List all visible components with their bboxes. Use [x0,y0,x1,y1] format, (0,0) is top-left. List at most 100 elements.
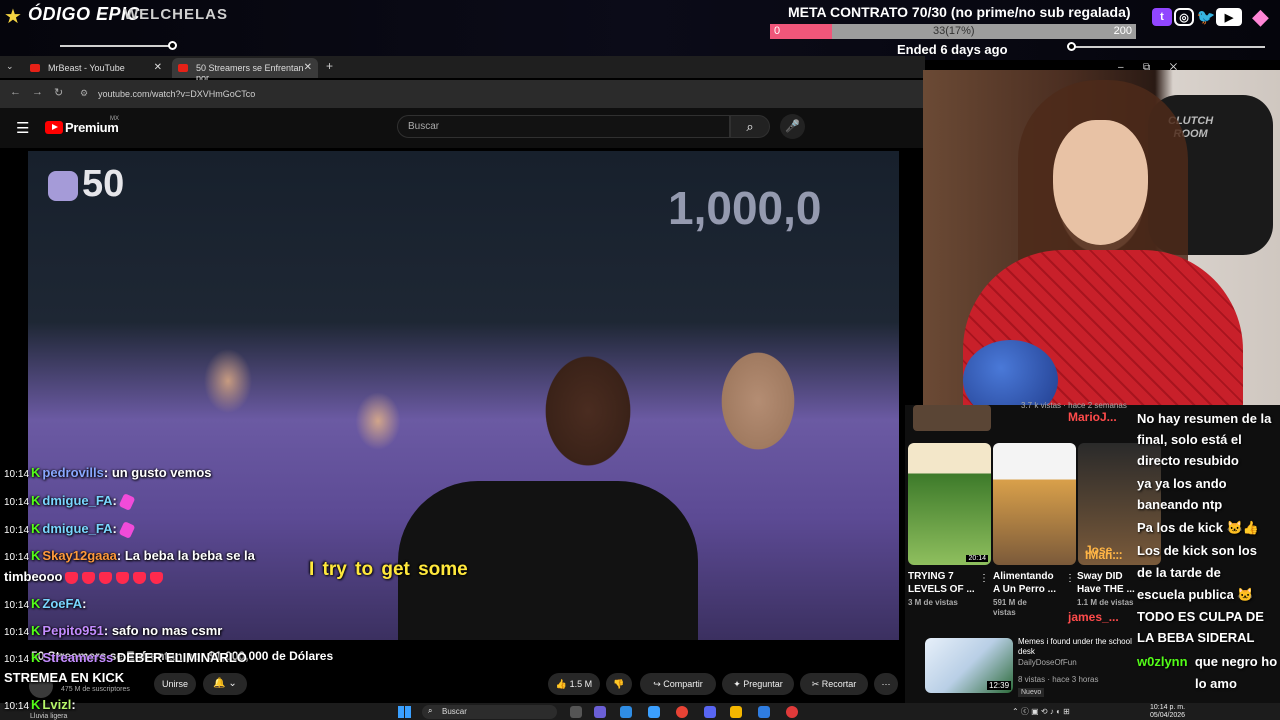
heart-emote-icon [81,571,95,584]
chat-username-overlay: james_... [1068,610,1119,624]
search-icon: ⌕ [428,706,433,715]
streamer-face [1053,120,1148,245]
twitch-icon: t [1152,8,1172,26]
right-chat-line: baneando ntp [1137,497,1223,512]
recommended-title-1[interactable]: TRYING 7 LEVELS OF ... 3 M de vistas [908,570,975,608]
recommended-thumb-top[interactable] [913,405,991,431]
badge-number: 50 [82,163,125,205]
video-player[interactable]: 1,000,0 50 I try to get some [28,151,899,640]
youtube-icon: ▶ [1216,8,1242,26]
chat-message: que negro ho [1194,654,1278,669]
more-options-icon[interactable]: ⋮ [979,573,989,584]
discord-icon[interactable] [704,706,716,718]
close-tab-icon[interactable]: ✕ [154,62,162,73]
chat-line: 10:14 K Skay12gaaa: La beba la beba se la [4,548,255,563]
search-input[interactable]: Buscar [397,115,730,138]
search-icon[interactable]: ⌕ [730,115,770,138]
window-controls: – ⧉ ✕ [1118,62,1177,73]
tab-search-dropdown-icon[interactable]: ⌄ [6,61,14,72]
person-icon [48,170,78,201]
duration-badge: 20:14 [966,555,988,562]
notification-bell-icon[interactable]: 🔔 ⌄ [203,673,247,695]
site-info-icon[interactable]: ⚙ [80,88,88,99]
app-icon[interactable] [758,706,770,718]
folder-icon[interactable] [730,706,742,718]
goal-current: 33(17%) [933,25,975,37]
chat-line: 10:14 Kpedrovills: un gusto vemos [4,465,212,480]
clip-button[interactable]: ✂ Recortar [800,673,868,695]
overlay-brand-name: WELCHELAS [124,6,228,23]
recommended-thumb-1[interactable]: 20:14 [908,443,991,565]
minimize-icon[interactable]: – [1118,62,1124,73]
close-window-icon[interactable]: ✕ [1170,62,1178,73]
join-button[interactable]: Unirse [154,673,196,695]
recommended-title-3[interactable]: Sway DID Have THE ... 1.1 M de vistas [1077,570,1135,608]
recommended-title-2[interactable]: Alimentando A Un Perro ... 591 M de vista… [993,570,1056,618]
weather-text[interactable]: Lluvia ligera [30,713,67,720]
right-chat-line: escuela publica 🐱 [1137,587,1254,602]
chat-line: 10:14 K Lvizl: [4,697,76,712]
new-tab-button[interactable]: + [326,59,333,73]
taskbar-clock[interactable]: 10:14 p. m. 05/04/2026 [1150,704,1185,720]
heart-emote-icon [132,571,146,584]
recommended-channel[interactable]: DailyDoseOfFun [1018,658,1077,667]
app-icon[interactable] [594,706,606,718]
chrome-icon[interactable] [676,706,688,718]
goal-progress-bar: 0 33(17%) 200 [770,24,1136,39]
windows-start-icon[interactable] [398,706,411,718]
heart-emote-icon [64,571,78,584]
new-badge: Nuevo [1018,688,1045,697]
chat-line: 10:14 Kdmigue_FA: [4,520,136,539]
url-field[interactable]: youtube.com/watch?v=DXVHmGoCTco [98,89,255,99]
like-button[interactable]: 👍 1.5 M [548,673,600,695]
share-button[interactable]: ↪ Compartir [640,673,716,695]
reload-icon[interactable]: ↻ [54,86,63,99]
app-icon[interactable] [648,706,660,718]
task-view-icon[interactable] [570,706,582,718]
tab-mrbeast[interactable]: MrBeast - YouTube ✕ [24,58,168,78]
recommended-thumb-2[interactable] [993,443,1076,565]
sticker-emote-icon [118,520,136,539]
subscriber-count: 475 M de suscriptores [61,686,130,693]
youtube-header: ☰ Premium MX Buscar ⌕ 🎤 [0,108,925,148]
more-options-icon[interactable]: ⋮ [1065,573,1075,584]
menu-icon[interactable]: ☰ [16,119,29,137]
more-actions-button[interactable]: ⋯ [874,673,898,695]
chat-line: 10:14 K ZoeFA: [4,596,87,611]
duration-badge: 12:39 [987,681,1012,690]
recommended-top-meta: 3.7 k vistas · hace 2 semanas [1021,401,1127,410]
tray-icons[interactable]: ⌃ ⓒ ▣ ⟲ ♪ ◐ ⊞ [1012,706,1070,717]
overlay-line [60,45,170,47]
forward-icon[interactable]: → [32,86,43,98]
restore-icon[interactable]: ⧉ [1143,62,1150,73]
youtube-logo-icon[interactable] [45,121,63,134]
right-chat-line: Los de kick son los [1137,543,1257,558]
dislike-icon[interactable]: 👎 [606,673,632,695]
goal-ended-label: Ended 6 days ago [897,42,1008,57]
youtube-favicon-icon [30,64,40,72]
chat-username-overlay: MarioJ... [1068,410,1117,424]
right-chat-line: lo amo [1195,676,1237,691]
app-icon[interactable] [620,706,632,718]
right-chat-line: No hay resumen de la [1137,411,1272,426]
twitter-icon: 🐦 [1196,9,1216,26]
heart-emote-icon [115,571,129,584]
streamer-webcam: CLUTCH ROOM [923,70,1280,405]
mic-icon[interactable]: 🎤 [780,114,805,139]
app-icon[interactable] [786,706,798,718]
chat-line: timbeooo [4,569,165,584]
right-chat-line: Pa los de kick 🐱👍 [1137,520,1259,535]
youtube-premium-logo[interactable]: Premium [65,120,119,135]
overlay-knob [168,41,177,50]
goal-max: 200 [1113,25,1132,37]
taskbar-search-input[interactable]: Buscar [422,705,557,719]
heart-emote-icon [149,571,163,584]
tab-streamers[interactable]: 50 Streamers se Enfrentan por ✕ [172,58,318,83]
close-tab-icon[interactable]: ✕ [304,62,312,73]
chat-line: 10:14 K Streamerss DEBER ELIMINARLO [4,650,247,665]
back-icon[interactable]: ← [10,86,21,98]
recommended-title-meme[interactable]: Memes i found under the school desk [1018,637,1148,657]
right-chat-line: TODO ES CULPA DE [1137,609,1264,624]
ask-button[interactable]: ✦ Preguntar [722,673,794,695]
goal-title: META CONTRATO 70/30 (no prime/no sub reg… [788,4,1131,20]
